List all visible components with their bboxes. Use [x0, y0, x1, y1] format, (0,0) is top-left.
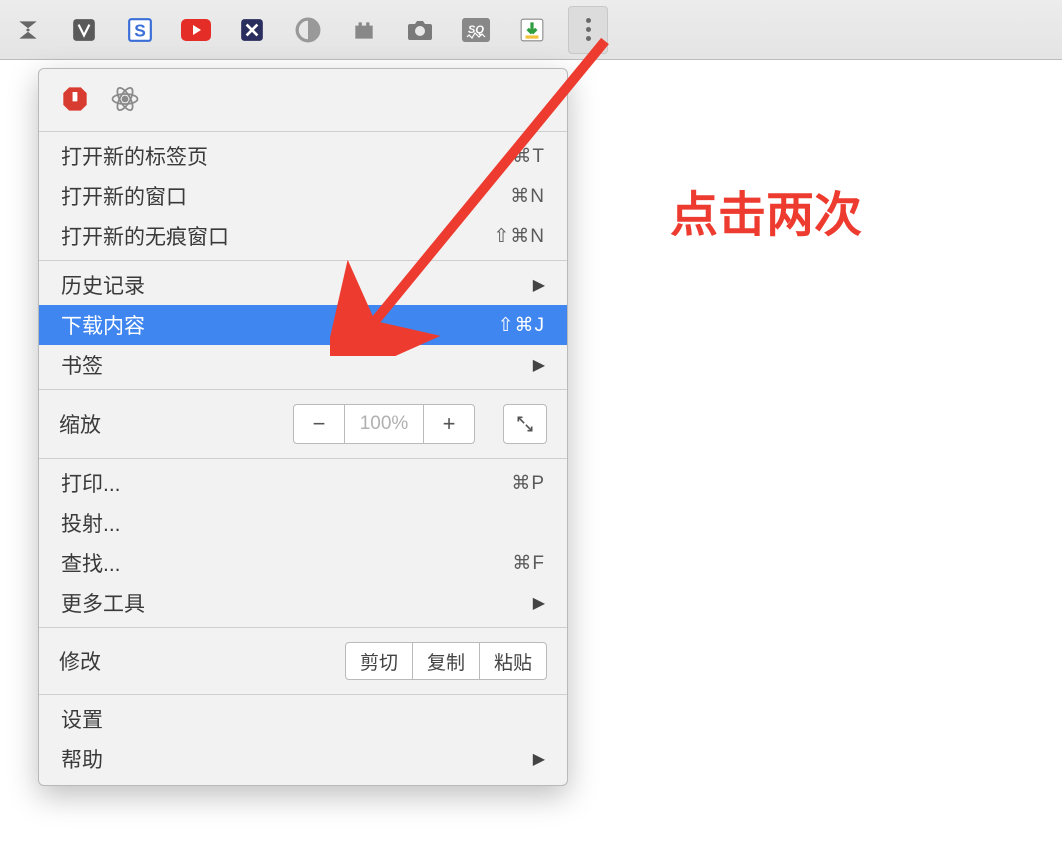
zoom-in-button[interactable]: +: [423, 404, 475, 444]
menu-label: 打开新的窗口: [61, 181, 187, 211]
chevron-right-icon: ▶: [533, 749, 545, 769]
menu-label: 下载内容: [61, 310, 145, 340]
react-devtools-icon[interactable]: [109, 83, 141, 115]
menu-label: 历史记录: [61, 270, 145, 300]
menu-help[interactable]: 帮助 ▶: [39, 739, 567, 779]
menu-label: 帮助: [61, 744, 103, 774]
edit-label: 修改: [59, 646, 101, 676]
menu-label: 更多工具: [61, 588, 145, 618]
menu-new-tab[interactable]: 打开新的标签页 ⌘T: [39, 136, 567, 176]
menu-label: 投射...: [61, 508, 121, 538]
ext-camera-icon[interactable]: [404, 14, 436, 46]
menu-new-window[interactable]: 打开新的窗口 ⌘N: [39, 176, 567, 216]
fullscreen-button[interactable]: [503, 404, 547, 444]
copy-button[interactable]: 复制: [413, 642, 480, 680]
menu-shortcut: ⇧⌘N: [493, 225, 545, 248]
chevron-right-icon: ▶: [533, 355, 545, 375]
cut-button[interactable]: 剪切: [345, 642, 413, 680]
paste-button[interactable]: 粘贴: [480, 642, 547, 680]
chevron-right-icon: ▶: [533, 593, 545, 613]
menu-shortcut: ⌘N: [510, 185, 545, 208]
menu-shortcut: ⌘T: [512, 145, 545, 168]
menu-incognito[interactable]: 打开新的无痕窗口 ⇧⌘N: [39, 216, 567, 256]
ext-castle-icon[interactable]: [348, 14, 380, 46]
ext-youtube-icon[interactable]: [180, 14, 212, 46]
menu-edit-row: 修改 剪切 复制 粘贴: [39, 632, 567, 690]
ext-s-icon[interactable]: S: [124, 14, 156, 46]
menu-cast[interactable]: 投射...: [39, 503, 567, 543]
menu-find[interactable]: 查找... ⌘F: [39, 543, 567, 583]
menu-shortcut: ⌘P: [511, 472, 545, 495]
kebab-menu-button[interactable]: [568, 6, 608, 54]
browser-toolbar: S SQ: [0, 0, 1062, 60]
menu-bookmarks[interactable]: 书签 ▶: [39, 345, 567, 385]
menu-shortcut: ⌘F: [512, 552, 545, 575]
ext-vimium-icon[interactable]: [68, 14, 100, 46]
adblock-icon[interactable]: [59, 83, 91, 115]
menu-label: 打开新的无痕窗口: [61, 221, 229, 251]
ext-simplenote-icon[interactable]: [292, 14, 324, 46]
svg-text:S: S: [134, 20, 146, 40]
chevron-right-icon: ▶: [533, 275, 545, 295]
zoom-value: 100%: [345, 404, 423, 444]
menu-more-tools[interactable]: 更多工具 ▶: [39, 583, 567, 623]
menu-settings[interactable]: 设置: [39, 699, 567, 739]
menu-label: 查找...: [61, 548, 121, 578]
zoom-out-button[interactable]: −: [293, 404, 345, 444]
menu-label: 设置: [61, 704, 103, 734]
zoom-controls: − 100% +: [293, 404, 475, 444]
menu-label: 打开新的标签页: [61, 141, 208, 171]
menu-downloads[interactable]: 下载内容 ⇧⌘J: [39, 305, 567, 345]
ext-download-icon[interactable]: [516, 14, 548, 46]
annotation-text: 点击两次: [670, 175, 862, 245]
menu-history[interactable]: 历史记录 ▶: [39, 265, 567, 305]
browser-menu-dropdown: 打开新的标签页 ⌘T 打开新的窗口 ⌘N 打开新的无痕窗口 ⇧⌘N 历史记录 ▶…: [38, 68, 568, 786]
menu-label: 打印...: [61, 468, 121, 498]
zoom-label: 缩放: [59, 409, 101, 439]
ext-sq-icon[interactable]: SQ: [460, 14, 492, 46]
menu-print[interactable]: 打印... ⌘P: [39, 463, 567, 503]
menu-shortcut: ⇧⌘J: [498, 314, 545, 337]
menu-zoom-row: 缩放 − 100% +: [39, 394, 567, 454]
ext-x-icon[interactable]: [236, 14, 268, 46]
ext-zumo-icon[interactable]: [12, 14, 44, 46]
menu-label: 书签: [61, 350, 103, 380]
